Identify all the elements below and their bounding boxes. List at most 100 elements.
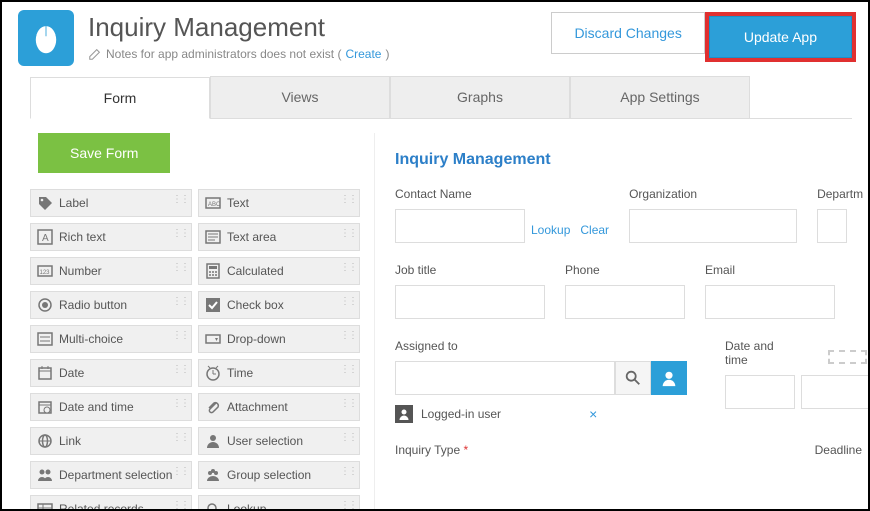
- input-email[interactable]: [705, 285, 835, 319]
- clip-icon: [205, 399, 221, 415]
- grip-icon: ⋮⋮: [172, 398, 188, 409]
- user-icon: [205, 433, 221, 449]
- input-contact-name[interactable]: [395, 209, 525, 243]
- palette-department-selection[interactable]: Department selection⋮⋮: [30, 461, 192, 489]
- datetime-icon: [37, 399, 53, 415]
- svg-text:123: 123: [40, 270, 51, 276]
- related-icon: [37, 501, 53, 509]
- lines-icon: [205, 229, 221, 245]
- tag-icon: [37, 195, 53, 211]
- form-canvas: Inquiry Management Contact Name Lookup C…: [374, 133, 868, 509]
- tab-app-settings[interactable]: App Settings: [570, 76, 750, 118]
- abc-icon: ABC: [205, 195, 221, 211]
- palette-related-records[interactable]: Related records⋮⋮: [30, 495, 192, 509]
- admin-notes-text: Notes for app administrators does not ex…: [106, 47, 341, 61]
- user-icon: [660, 369, 678, 387]
- palette-rich-text[interactable]: ARich text⋮⋮: [30, 223, 192, 251]
- palette-lookup[interactable]: Lookup⋮⋮: [198, 495, 360, 509]
- palette-label[interactable]: Label⋮⋮: [30, 189, 192, 217]
- label-email: Email: [705, 263, 835, 277]
- input-date[interactable]: [725, 375, 795, 409]
- grip-icon: ⋮⋮: [340, 194, 356, 205]
- field-date-time: Date and time: [725, 339, 868, 409]
- clear-link[interactable]: Clear: [580, 223, 609, 237]
- palette-check-box[interactable]: Check box⋮⋮: [198, 291, 360, 319]
- label-deadline: Deadline: [815, 443, 862, 457]
- label-department: Departm: [817, 187, 863, 201]
- tab-graphs[interactable]: Graphs: [390, 76, 570, 118]
- dept-icon: [37, 467, 53, 483]
- grip-icon: ⋮⋮: [340, 330, 356, 341]
- input-time[interactable]: [801, 375, 868, 409]
- tab-views[interactable]: Views: [210, 76, 390, 118]
- discard-button[interactable]: Discard Changes: [551, 12, 704, 54]
- field-email: Email: [705, 263, 835, 319]
- create-notes-link[interactable]: Create: [345, 47, 381, 61]
- palette-attachment[interactable]: Attachment⋮⋮: [198, 393, 360, 421]
- palette-multi-choice[interactable]: Multi-choice⋮⋮: [30, 325, 192, 353]
- field-inquiry-type: Inquiry Type *: [395, 443, 468, 465]
- grip-icon: ⋮⋮: [340, 398, 356, 409]
- update-highlight: Update App: [705, 12, 856, 62]
- admin-notes: Notes for app administrators does not ex…: [88, 47, 551, 61]
- search-user-button[interactable]: [615, 361, 651, 395]
- update-app-button[interactable]: Update App: [709, 16, 852, 58]
- palette-text-area[interactable]: Text area⋮⋮: [198, 223, 360, 251]
- grip-icon: ⋮⋮: [172, 364, 188, 375]
- palette-group-selection[interactable]: Group selection⋮⋮: [198, 461, 360, 489]
- grip-icon: ⋮⋮: [172, 330, 188, 341]
- label-date-time: Date and time: [725, 339, 798, 367]
- palette-date-and-time[interactable]: Date and time⋮⋮: [30, 393, 192, 421]
- chip-logged-in-user: Logged-in user ×: [395, 405, 597, 423]
- remove-chip-button[interactable]: ×: [589, 406, 597, 422]
- label-organization: Organization: [629, 187, 797, 201]
- grip-icon: ⋮⋮: [172, 194, 188, 205]
- grip-icon: ⋮⋮: [340, 262, 356, 273]
- palette-text[interactable]: ABCText⋮⋮: [198, 189, 360, 217]
- palette-number[interactable]: 123Number⋮⋮: [30, 257, 192, 285]
- header: Inquiry Management Notes for app adminis…: [2, 2, 868, 76]
- field-assigned-to: Assigned to Logged-in user ×: [395, 339, 695, 423]
- input-assigned-to[interactable]: [395, 361, 615, 395]
- palette-user-selection[interactable]: User selection⋮⋮: [198, 427, 360, 455]
- input-phone[interactable]: [565, 285, 685, 319]
- grip-icon: ⋮⋮: [172, 262, 188, 273]
- tab-form[interactable]: Form: [30, 77, 210, 119]
- save-form-button[interactable]: Save Form: [38, 133, 170, 173]
- 123-icon: 123: [37, 263, 53, 279]
- app-icon: [18, 10, 74, 66]
- form-title: Inquiry Management: [395, 151, 868, 169]
- palette-drop-down[interactable]: Drop-down⋮⋮: [198, 325, 360, 353]
- grip-icon: ⋮⋮: [172, 296, 188, 307]
- grip-icon: ⋮⋮: [172, 432, 188, 443]
- date-icon: [37, 365, 53, 381]
- globe-icon: [37, 433, 53, 449]
- grip-icon: ⋮⋮: [340, 432, 356, 443]
- palette-link[interactable]: Link⋮⋮: [30, 427, 192, 455]
- svg-text:A: A: [42, 233, 49, 244]
- tabs: Form Views Graphs App Settings: [30, 76, 852, 119]
- page-title: Inquiry Management: [88, 12, 551, 43]
- field-job-title: Job title: [395, 263, 545, 319]
- drop-placeholder: [828, 350, 867, 364]
- org-user-button[interactable]: [651, 361, 687, 395]
- lookup-link[interactable]: Lookup: [531, 223, 570, 237]
- field-palette: Save Form Label⋮⋮ABCText⋮⋮ARich text⋮⋮Te…: [30, 133, 360, 509]
- lookup-icon: [205, 501, 221, 509]
- input-department[interactable]: [817, 209, 847, 243]
- multi-icon: [37, 331, 53, 347]
- palette-time[interactable]: Time⋮⋮: [198, 359, 360, 387]
- input-job-title[interactable]: [395, 285, 545, 319]
- grip-icon: ⋮⋮: [172, 466, 188, 477]
- input-organization[interactable]: [629, 209, 797, 243]
- check-icon: [205, 297, 221, 313]
- group-icon: [205, 467, 221, 483]
- grip-icon: ⋮⋮: [340, 466, 356, 477]
- dropdown-icon: [205, 331, 221, 347]
- palette-date[interactable]: Date⋮⋮: [30, 359, 192, 387]
- time-icon: [205, 365, 221, 381]
- palette-radio-button[interactable]: Radio button⋮⋮: [30, 291, 192, 319]
- palette-calculated[interactable]: Calculated⋮⋮: [198, 257, 360, 285]
- label-assigned-to: Assigned to: [395, 339, 695, 353]
- chip-label: Logged-in user: [421, 407, 501, 421]
